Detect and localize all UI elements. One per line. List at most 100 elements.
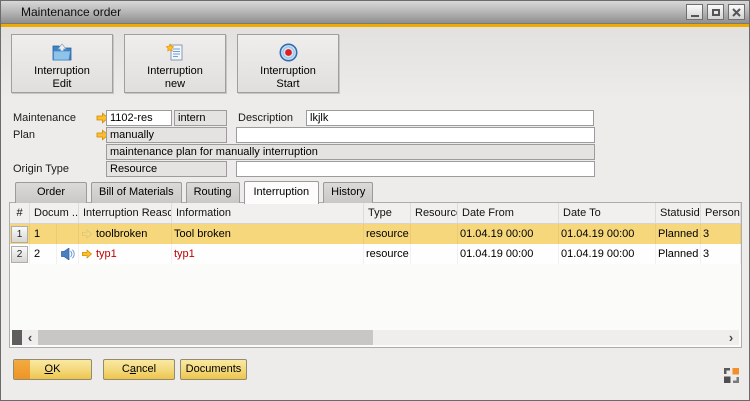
plan-extra-input[interactable] [236, 127, 595, 143]
resize-grip-icon[interactable] [723, 367, 740, 384]
cell-reason[interactable]: typ1 [79, 244, 172, 264]
scroll-left-button[interactable]: ‹ [22, 330, 38, 345]
title-bar[interactable]: Maintenance order [1, 1, 749, 24]
folder-upload-icon [51, 41, 73, 63]
tab-bill-of-materials[interactable]: Bill of Materials [91, 182, 182, 203]
ok-button-label: OK [45, 363, 61, 375]
cell-docum[interactable]: 1 [30, 224, 57, 244]
announcement-speaker-icon[interactable] [60, 248, 76, 260]
plan-value-field: manually [106, 127, 227, 143]
reason-text: toolbroken [96, 224, 147, 244]
cell-information[interactable]: typ1 [172, 244, 364, 264]
tab-strip: Order Bill of Materials Routing Interrup… [15, 181, 377, 203]
interruption-edit-button[interactable]: Interruption Edit [11, 34, 113, 93]
toolbar [1, 27, 749, 101]
origin-type-label: Origin Type [13, 161, 69, 177]
row-header-cell[interactable]: 1 [10, 224, 30, 244]
origin-type-field: Resource [106, 161, 227, 177]
interruption-new-button[interactable]: Interruption new [124, 34, 226, 93]
scrollbar-corner-block [12, 330, 22, 345]
label-line2: Start [260, 78, 316, 91]
description-label: Description [238, 110, 293, 126]
scrollbar-track[interactable] [373, 330, 723, 345]
label-line2: new [147, 78, 203, 91]
label-line2: Edit [34, 78, 90, 91]
header-docum[interactable]: Docum ... [30, 203, 79, 223]
tab-routing[interactable]: Routing [186, 182, 240, 203]
ok-button[interactable]: OK [13, 359, 92, 380]
minimize-button[interactable] [686, 4, 703, 20]
row-header-cell[interactable]: 2 [10, 244, 30, 264]
cell-reason[interactable]: toolbroken [79, 224, 172, 244]
header-resource[interactable]: Resource [411, 203, 458, 223]
cell-date-from[interactable]: 01.04.19 00:00 [458, 224, 559, 244]
horizontal-scrollbar[interactable]: ‹ › [12, 330, 739, 345]
label-line1: Interruption [34, 65, 90, 78]
cell-personnel[interactable]: 3 [701, 224, 741, 244]
cell-personnel[interactable]: 3 [701, 244, 741, 264]
cancel-button[interactable]: Cancel [103, 359, 175, 380]
table-row[interactable]: 2 2 typ1 typ1 resource 01.04.19 00:00 01… [10, 244, 741, 264]
header-date-to[interactable]: Date To [559, 203, 656, 223]
table-row[interactable]: 1 1 toolbroken Tool broken resource 01.0… [10, 224, 741, 244]
reason-text: typ1 [96, 244, 117, 264]
scrollbar-thumb[interactable] [38, 330, 373, 345]
window-title: Maintenance order [21, 5, 121, 19]
maintenance-order-dialog: Maintenance order Interruption Edit [0, 0, 750, 401]
scroll-right-button[interactable]: › [723, 330, 739, 345]
cell-resource[interactable] [411, 224, 458, 244]
toolbar-button-label: Interruption Start [260, 65, 316, 91]
table-header-row: # Docum ... Interruption Reaso Informati… [10, 203, 741, 224]
tab-history[interactable]: History [323, 182, 373, 203]
header-statusid[interactable]: Statusid [656, 203, 701, 223]
documents-button[interactable]: Documents [180, 359, 247, 380]
maintenance-label: Maintenance [13, 110, 76, 126]
row-number[interactable]: 2 [11, 246, 28, 263]
toolbar-button-label: Interruption new [147, 65, 203, 91]
maximize-icon [712, 9, 720, 16]
origin-extra-input[interactable] [236, 161, 595, 177]
header-type[interactable]: Type [364, 203, 411, 223]
cell-icon [57, 224, 79, 244]
cell-statusid[interactable]: Planned [656, 224, 701, 244]
maintenance-type-field: intern [174, 110, 227, 126]
toolbar-button-label: Interruption Edit [34, 65, 90, 91]
plan-note-field: maintenance plan for manually interrupti… [106, 144, 595, 160]
close-icon [732, 8, 741, 17]
plan-label: Plan [13, 127, 35, 143]
close-button[interactable] [728, 4, 745, 20]
cell-information[interactable]: Tool broken [172, 224, 364, 244]
new-document-icon [165, 41, 185, 63]
interruption-table: # Docum ... Interruption Reaso Informati… [9, 202, 742, 348]
label-line1: Interruption [147, 65, 203, 78]
link-arrow-icon[interactable] [81, 229, 93, 239]
cell-type[interactable]: resource [364, 244, 411, 264]
link-arrow-icon[interactable] [81, 249, 93, 259]
row-number[interactable]: 1 [11, 226, 28, 243]
cell-type[interactable]: resource [364, 224, 411, 244]
header-reason[interactable]: Interruption Reaso [79, 203, 172, 223]
documents-button-label: Documents [186, 363, 242, 375]
interruption-start-button[interactable]: Interruption Start [237, 34, 339, 93]
description-input[interactable] [306, 110, 594, 126]
tab-interruption[interactable]: Interruption [244, 181, 320, 204]
cell-date-to[interactable]: 01.04.19 00:00 [559, 244, 656, 264]
header-date-from[interactable]: Date From [458, 203, 559, 223]
header-num[interactable]: # [10, 203, 30, 223]
cell-statusid[interactable]: Planned [656, 244, 701, 264]
cancel-button-label: Cancel [122, 363, 156, 375]
cell-docum[interactable]: 2 [30, 244, 57, 264]
header-personnel[interactable]: Personn [701, 203, 741, 223]
cell-date-to[interactable]: 01.04.19 00:00 [559, 224, 656, 244]
cell-icon [57, 244, 79, 264]
tab-order[interactable]: Order [15, 182, 87, 203]
record-start-icon [279, 41, 298, 63]
maximize-button[interactable] [707, 4, 724, 20]
cell-resource[interactable] [411, 244, 458, 264]
maintenance-code-input[interactable] [106, 110, 172, 126]
default-button-marker [14, 360, 30, 379]
cell-date-from[interactable]: 01.04.19 00:00 [458, 244, 559, 264]
header-information[interactable]: Information [172, 203, 364, 223]
label-line1: Interruption [260, 65, 316, 78]
minimize-icon [691, 15, 699, 17]
